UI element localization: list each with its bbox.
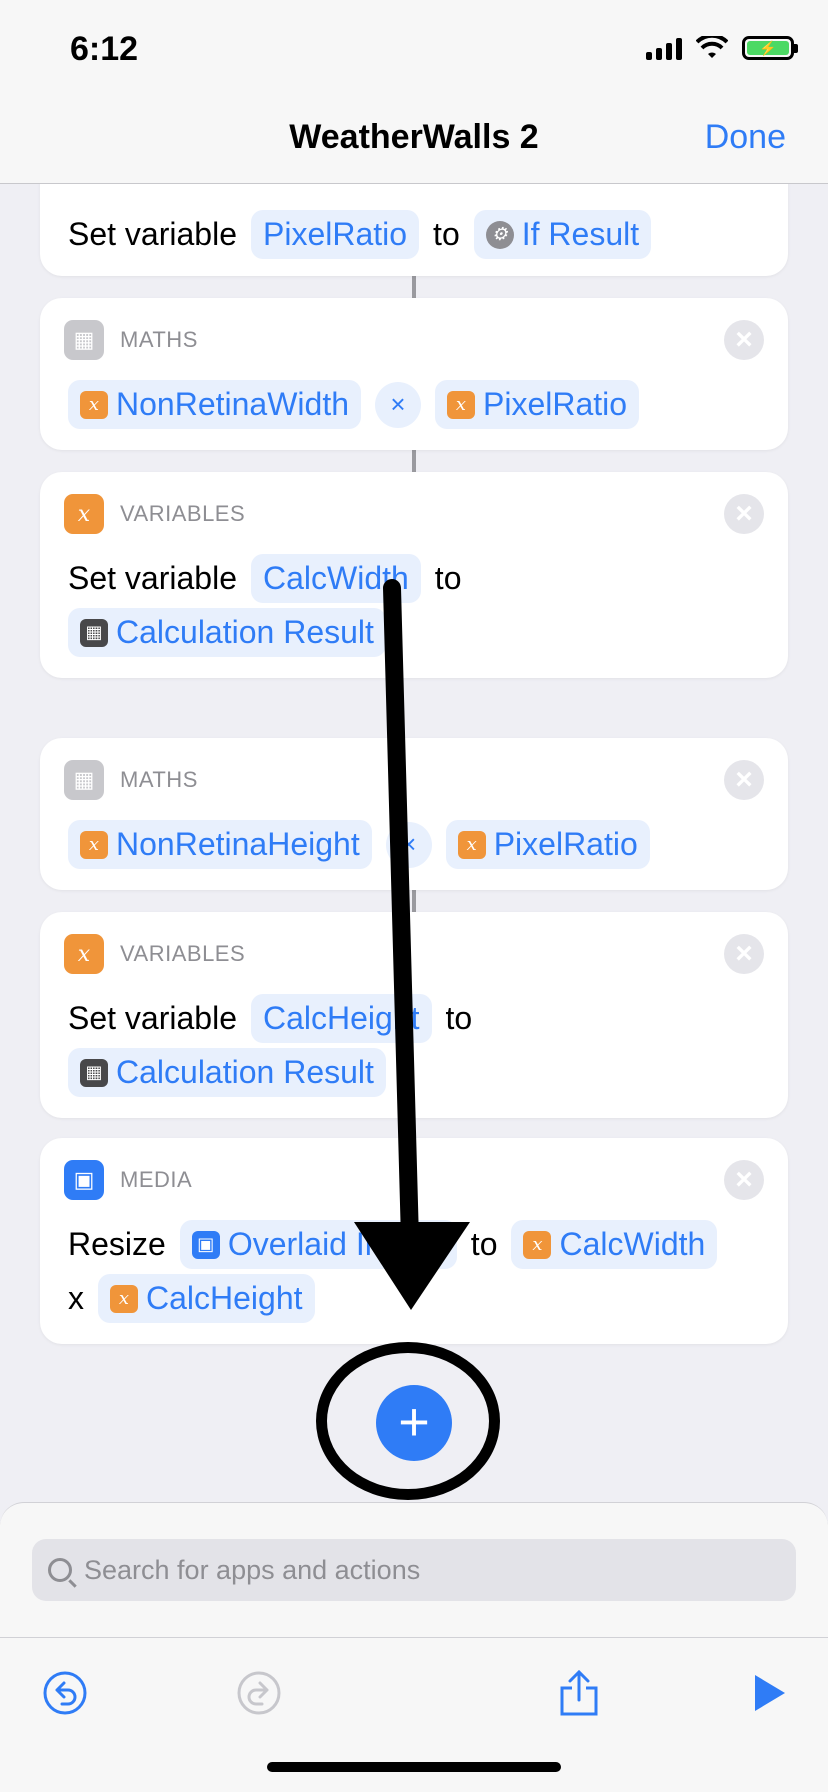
times-label: x (68, 1280, 84, 1316)
action-card-resize-image[interactable]: ▣ MEDIA × Resize ▣ Overlaid Image to x Cal… (40, 1138, 788, 1344)
image-icon: ▣ (191, 1230, 220, 1259)
add-action-button[interactable]: + (376, 1385, 452, 1461)
to-label: to (470, 1226, 498, 1262)
search-icon (48, 1558, 72, 1582)
action-card-maths[interactable]: ▦ MATHS × x NonRetinaHeight × x PixelRatio (40, 738, 788, 890)
to-label: to (433, 216, 460, 252)
category-label: MATHS (120, 767, 198, 792)
variable-icon: x (80, 390, 108, 419)
variable-token[interactable]: CalcWidth (250, 554, 421, 603)
search-input[interactable] (84, 1554, 764, 1586)
action-card-set-calcheight[interactable]: x VARIABLES × Set variable CalcHeight to… (40, 912, 788, 1118)
variable-token[interactable]: x PixelRatio (435, 380, 640, 429)
status-icons: ⚡ (646, 36, 798, 60)
variable-icon: x (64, 494, 104, 534)
action-verb: Resize (68, 1226, 166, 1262)
image-token[interactable]: ▣ Overlaid Image (179, 1220, 457, 1269)
variable-icon: x (523, 1230, 552, 1259)
to-label: to (434, 560, 462, 596)
variable-token[interactable]: x CalcWidth (511, 1220, 718, 1269)
gear-icon: ⚙ (485, 220, 514, 249)
remove-action-button[interactable]: × (724, 760, 764, 800)
top-bar: 6:12 ⚡ WeatherWalls 2 Done (0, 0, 828, 184)
remove-action-button[interactable]: × (724, 320, 764, 360)
variable-token[interactable]: x CalcHeight (98, 1274, 315, 1323)
action-sheet (0, 1502, 828, 1792)
toolbar (0, 1637, 828, 1716)
variable-icon: x (457, 830, 486, 859)
variable-token[interactable]: x NonRetinaHeight (68, 820, 372, 869)
undo-icon (43, 1671, 87, 1715)
redo-icon (237, 1671, 281, 1715)
variable-icon: x (110, 1284, 138, 1313)
category-label: MATHS (120, 327, 198, 352)
status-time: 6:12 (70, 30, 139, 68)
calculator-icon: ▦ (64, 760, 104, 800)
run-button[interactable] (744, 1668, 794, 1718)
operator-button[interactable]: × (375, 381, 421, 428)
action-card-set-calcwidth[interactable]: x VARIABLES × Set variable CalcWidth to … (40, 472, 788, 678)
wifi-icon (696, 36, 728, 58)
remove-action-button[interactable]: × (724, 934, 764, 974)
signal-icon (646, 36, 682, 60)
category-label: MEDIA (120, 1167, 193, 1192)
done-button[interactable]: Done (705, 118, 786, 157)
variable-token[interactable]: x NonRetinaWidth (68, 380, 361, 429)
action-card-maths[interactable]: ▦ MATHS × x NonRetinaWidth × x PixelRatio (40, 298, 788, 450)
redo-button[interactable] (234, 1668, 284, 1718)
calculator-icon: ▦ (80, 1058, 108, 1087)
if-result-token[interactable]: ⚙ If Result (473, 210, 652, 259)
variable-icon: x (447, 390, 475, 419)
variable-icon: x (80, 830, 108, 859)
variable-icon: x (64, 934, 104, 974)
variable-token[interactable]: PixelRatio (250, 210, 420, 259)
operator-button[interactable]: × (385, 821, 432, 868)
calculator-icon: ▦ (64, 320, 104, 360)
remove-action-button[interactable]: × (724, 494, 764, 534)
calculation-result-token[interactable]: ▦ Calculation Result (68, 1048, 386, 1097)
play-icon (755, 1675, 785, 1711)
action-verb: Set variable (68, 216, 237, 252)
category-label: VARIABLES (120, 501, 246, 526)
home-indicator[interactable] (267, 1762, 561, 1772)
calculator-icon: ▦ (80, 618, 108, 647)
variable-token[interactable]: x PixelRatio (445, 820, 650, 869)
action-verb: Set variable (68, 560, 237, 596)
share-button[interactable] (554, 1668, 604, 1718)
search-bar[interactable] (32, 1539, 796, 1601)
calculation-result-token[interactable]: ▦ Calculation Result (68, 608, 386, 657)
variable-token[interactable]: CalcHeight (250, 994, 432, 1043)
to-label: to (445, 1000, 473, 1036)
connector (412, 450, 416, 472)
connector (412, 890, 416, 912)
remove-action-button[interactable]: × (724, 1160, 764, 1200)
connector (412, 276, 416, 298)
undo-button[interactable] (40, 1668, 90, 1718)
media-icon: ▣ (64, 1160, 104, 1200)
battery-icon: ⚡ (742, 36, 798, 60)
action-verb: Set variable (68, 1000, 237, 1036)
category-label: VARIABLES (120, 941, 246, 966)
share-icon (560, 1669, 598, 1716)
